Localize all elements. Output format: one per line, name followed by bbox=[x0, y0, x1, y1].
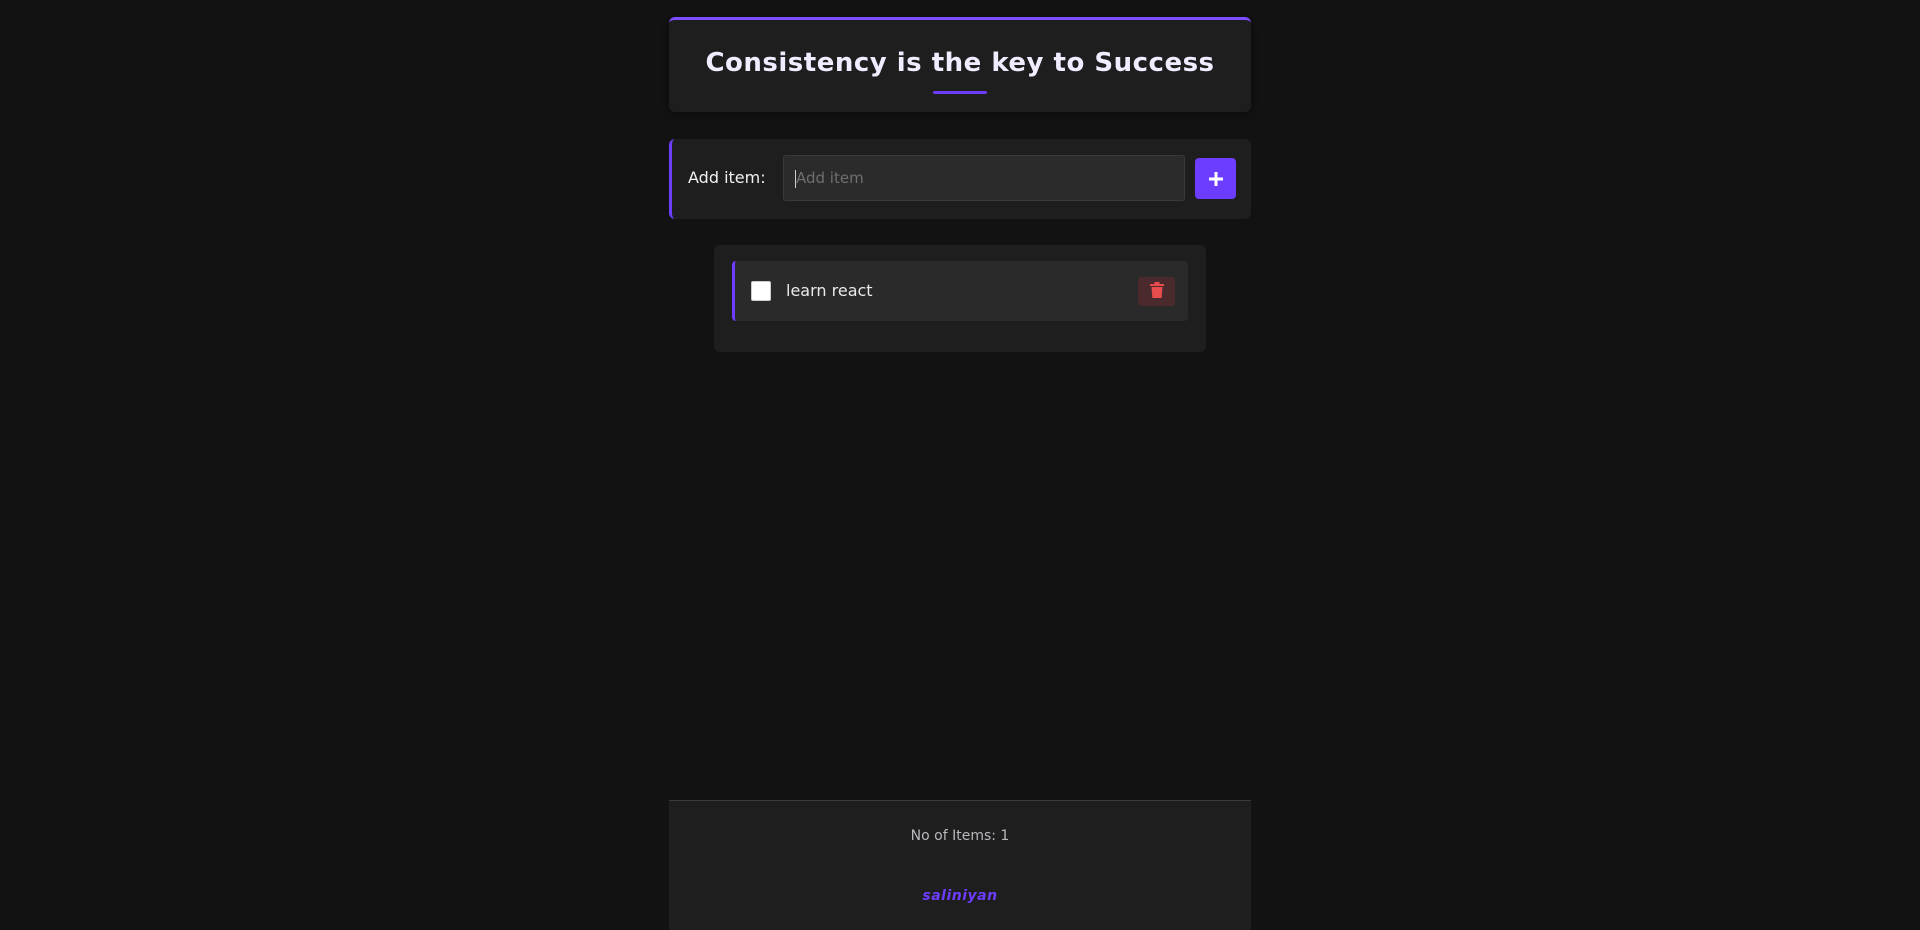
add-item-input[interactable] bbox=[783, 155, 1185, 201]
text-cursor bbox=[795, 170, 796, 188]
author-credit: saliniyan bbox=[922, 888, 998, 904]
plus-icon bbox=[1208, 166, 1223, 192]
page-title: Consistency is the key to Success bbox=[705, 48, 1215, 78]
add-item-label: Add item: bbox=[688, 168, 766, 187]
add-item-button[interactable] bbox=[1195, 158, 1236, 199]
item-checkbox[interactable] bbox=[751, 281, 771, 301]
item-count: No of Items: 1 bbox=[910, 828, 1010, 844]
trash-icon bbox=[1149, 282, 1164, 301]
list-item: learn react bbox=[732, 261, 1188, 321]
todo-app: Consistency is the key to Success Add it… bbox=[669, 0, 1251, 930]
title-underline bbox=[933, 91, 987, 94]
delete-item-button[interactable] bbox=[1138, 277, 1175, 306]
footer: No of Items: 1 saliniyan bbox=[669, 800, 1251, 930]
item-text: learn react bbox=[786, 281, 873, 300]
add-item-form: Add item: bbox=[669, 139, 1251, 219]
header: Consistency is the key to Success bbox=[669, 17, 1251, 112]
item-list: learn react bbox=[714, 245, 1206, 352]
